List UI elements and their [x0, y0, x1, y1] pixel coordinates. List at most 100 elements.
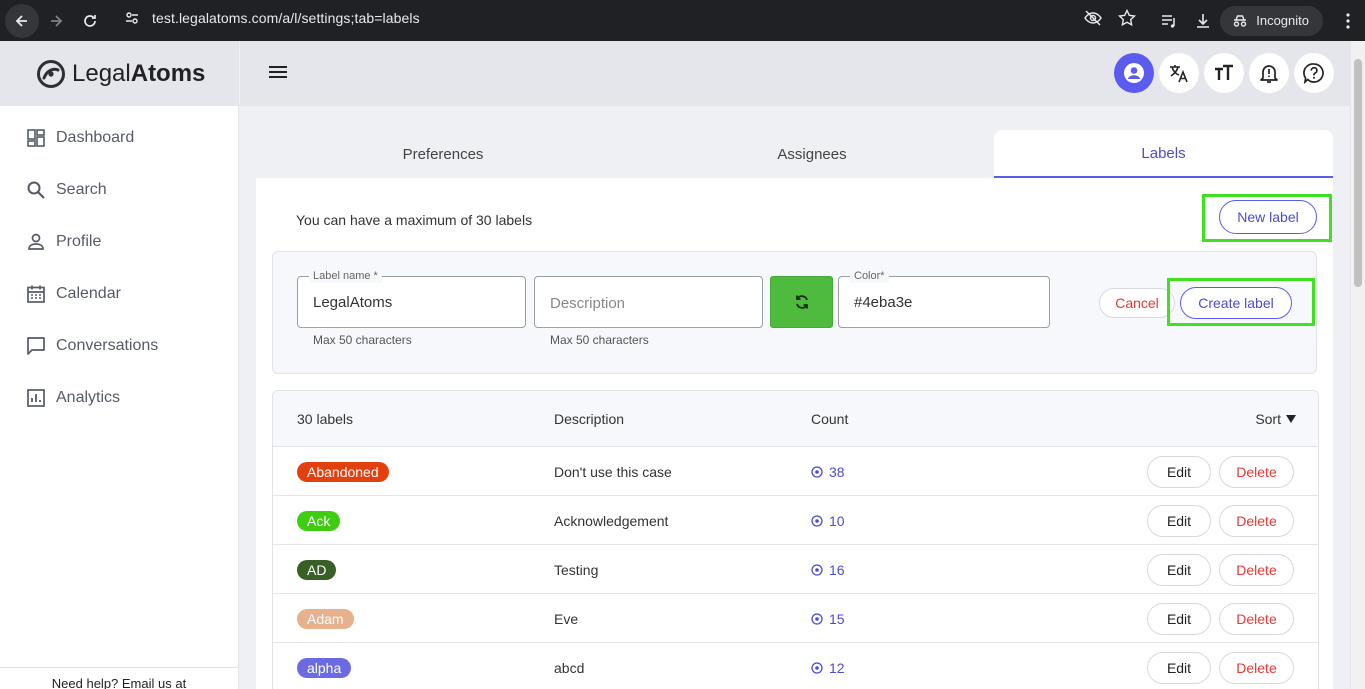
label-description: Testing [554, 562, 599, 578]
more-vert-icon [1346, 12, 1350, 29]
create-label-button[interactable]: Create label [1180, 287, 1292, 319]
tab-labels[interactable]: Labels [994, 130, 1333, 178]
scrollbar-thumb[interactable] [1354, 59, 1362, 287]
table-row: Abandoned Don't use this case 38 Edit De… [273, 447, 1318, 496]
help-button[interactable] [1294, 53, 1334, 93]
sidebar-item-calendar[interactable]: Calendar [0, 268, 238, 320]
address-bar[interactable]: test.legalatoms.com/a/l/settings;tab=lab… [118, 3, 1148, 32]
hamburger-icon [269, 66, 287, 78]
sidebar-help-text: Need help? Email us at [0, 667, 238, 689]
chat-icon [27, 337, 45, 355]
translate-icon [1170, 65, 1188, 83]
browser-menu-button[interactable] [1331, 4, 1365, 38]
translate-button[interactable] [1159, 53, 1199, 93]
download-icon [1197, 13, 1210, 28]
label-description: Acknowledgement [554, 513, 669, 529]
text-size-button[interactable] [1204, 53, 1244, 93]
edit-label-button[interactable]: Edit [1147, 652, 1211, 684]
delete-label-button[interactable]: Delete [1219, 505, 1294, 537]
sidebar-item-search[interactable]: Search [0, 164, 238, 216]
reload-button[interactable] [73, 4, 107, 38]
browser-toolbar: test.legalatoms.com/a/l/settings;tab=lab… [0, 0, 1365, 41]
edit-label-button[interactable]: Edit [1147, 505, 1211, 537]
sidebar-item-conversations[interactable]: Conversations [0, 320, 238, 372]
eye-off-icon[interactable] [1084, 9, 1102, 27]
delete-label-button[interactable]: Delete [1219, 456, 1294, 488]
incognito-icon [1234, 14, 1247, 27]
brand-logo[interactable]: LegalAtoms [0, 41, 238, 106]
labels-table: 30 labels Description Count Sort Abandon… [272, 390, 1319, 689]
media-control-button[interactable] [1152, 4, 1186, 38]
back-button[interactable] [5, 3, 39, 38]
label-count: 10 [829, 513, 845, 529]
new-label-form: Label name * LegalAtoms Max 50 character… [272, 251, 1317, 374]
page-scrollbar[interactable] [1350, 41, 1365, 689]
description-field[interactable]: Description [534, 276, 763, 328]
random-color-button[interactable] [770, 276, 833, 328]
url-text[interactable]: test.legalatoms.com/a/l/settings;tab=lab… [152, 10, 420, 26]
sidebar-item-label: Search [56, 181, 107, 198]
new-label-button[interactable]: New label [1219, 200, 1317, 234]
tab-preferences[interactable]: Preferences [256, 130, 630, 178]
dashboard-icon [27, 129, 45, 147]
account-circle-icon [1124, 63, 1144, 83]
search-icon [27, 181, 45, 199]
edit-label-button[interactable]: Edit [1147, 554, 1211, 586]
sidebar-item-analytics[interactable]: Analytics [0, 372, 238, 424]
text-size-icon [1215, 64, 1233, 80]
target-icon [811, 564, 823, 576]
table-row: alpha abcd 12 Edit Delete [273, 643, 1318, 689]
notifications-button[interactable] [1249, 53, 1289, 93]
delete-label-button[interactable]: Delete [1219, 554, 1294, 586]
incognito-badge[interactable]: Incognito [1220, 5, 1323, 36]
sidebar: LegalAtoms Dashboard Search Profile Cale… [0, 41, 239, 689]
color-field[interactable]: Color* #4eba3e [838, 269, 1050, 328]
tab-assignees[interactable]: Assignees [630, 130, 994, 178]
bell-alert-icon [1260, 65, 1278, 83]
bookmark-star-icon[interactable] [1118, 8, 1136, 27]
label-count-link[interactable]: 10 [811, 513, 845, 529]
menu-toggle-button[interactable] [268, 64, 288, 85]
target-icon [811, 662, 823, 674]
label-name-input[interactable]: LegalAtoms [313, 294, 392, 311]
color-legend: Color* [850, 269, 889, 283]
account-button[interactable] [1114, 53, 1154, 93]
labels-count-header: 30 labels [297, 411, 354, 427]
arrow-right-icon [51, 14, 63, 27]
label-chip: Ack [297, 511, 341, 531]
sidebar-item-dashboard[interactable]: Dashboard [0, 112, 238, 164]
label-count-link[interactable]: 38 [811, 464, 845, 480]
label-count-link[interactable]: 15 [811, 611, 845, 627]
sidebar-item-label: Dashboard [56, 129, 135, 146]
table-row: AD Testing 16 Edit Delete [273, 545, 1318, 594]
sidebar-item-label: Calendar [56, 285, 121, 302]
edit-label-button[interactable]: Edit [1147, 456, 1211, 488]
color-input[interactable]: #4eba3e [854, 294, 912, 311]
description-input[interactable]: Description [550, 295, 625, 312]
label-chip: AD [297, 560, 337, 580]
label-count: 15 [829, 611, 845, 627]
incognito-label: Incognito [1256, 13, 1309, 28]
site-info-icon[interactable] [118, 3, 146, 32]
cancel-button[interactable]: Cancel [1099, 288, 1175, 318]
forward-button[interactable] [39, 4, 73, 38]
label-name-field[interactable]: Label name * LegalAtoms [297, 269, 526, 328]
settings-tabs: Preferences Assignees Labels [256, 130, 1333, 178]
description-helper: Max 50 characters [550, 333, 649, 347]
label-name-helper: Max 50 characters [313, 333, 412, 347]
sidebar-item-profile[interactable]: Profile [0, 216, 238, 268]
label-count-link[interactable]: 16 [811, 562, 845, 578]
downloads-button[interactable] [1186, 4, 1220, 38]
sidebar-item-label: Conversations [56, 337, 159, 354]
reload-icon [84, 14, 96, 27]
sort-button[interactable]: Sort [1255, 411, 1296, 427]
label-count: 16 [829, 562, 845, 578]
label-description: abcd [554, 660, 585, 676]
app-root: LegalAtoms Dashboard Search Profile Cale… [0, 41, 1365, 689]
label-count-link[interactable]: 12 [811, 660, 845, 676]
delete-label-button[interactable]: Delete [1219, 603, 1294, 635]
label-name-legend: Label name * [309, 269, 382, 283]
edit-label-button[interactable]: Edit [1147, 603, 1211, 635]
label-chip: Adam [297, 609, 354, 629]
delete-label-button[interactable]: Delete [1219, 652, 1294, 684]
